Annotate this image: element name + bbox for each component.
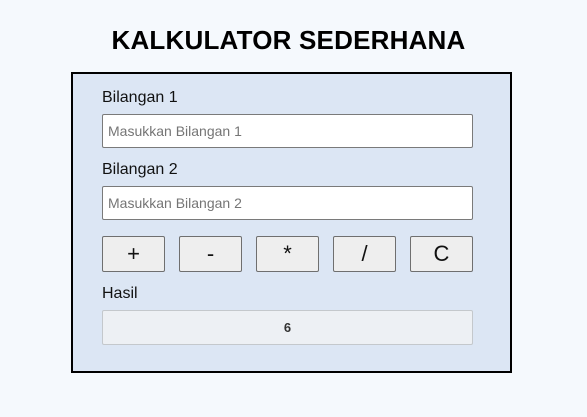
add-button[interactable]: + xyxy=(102,236,165,272)
divide-button[interactable]: / xyxy=(333,236,396,272)
result-display: 6 xyxy=(102,310,473,345)
bilangan-1-input[interactable] xyxy=(102,114,473,148)
clear-button[interactable]: C xyxy=(410,236,473,272)
bilangan-2-input[interactable] xyxy=(102,186,473,220)
calculator-card: Bilangan 1 Bilangan 2 + - * / C Hasil 6 xyxy=(71,72,512,373)
bilangan-2-label: Bilangan 2 xyxy=(102,161,178,178)
page-title: KALKULATOR SEDERHANA xyxy=(111,25,466,55)
bilangan-1-label: Bilangan 1 xyxy=(102,89,178,106)
result-label: Hasil xyxy=(102,285,138,302)
page: KALKULATOR SEDERHANA Bilangan 1 Bilangan… xyxy=(0,0,587,417)
subtract-button[interactable]: - xyxy=(179,236,242,272)
multiply-button[interactable]: * xyxy=(256,236,319,272)
